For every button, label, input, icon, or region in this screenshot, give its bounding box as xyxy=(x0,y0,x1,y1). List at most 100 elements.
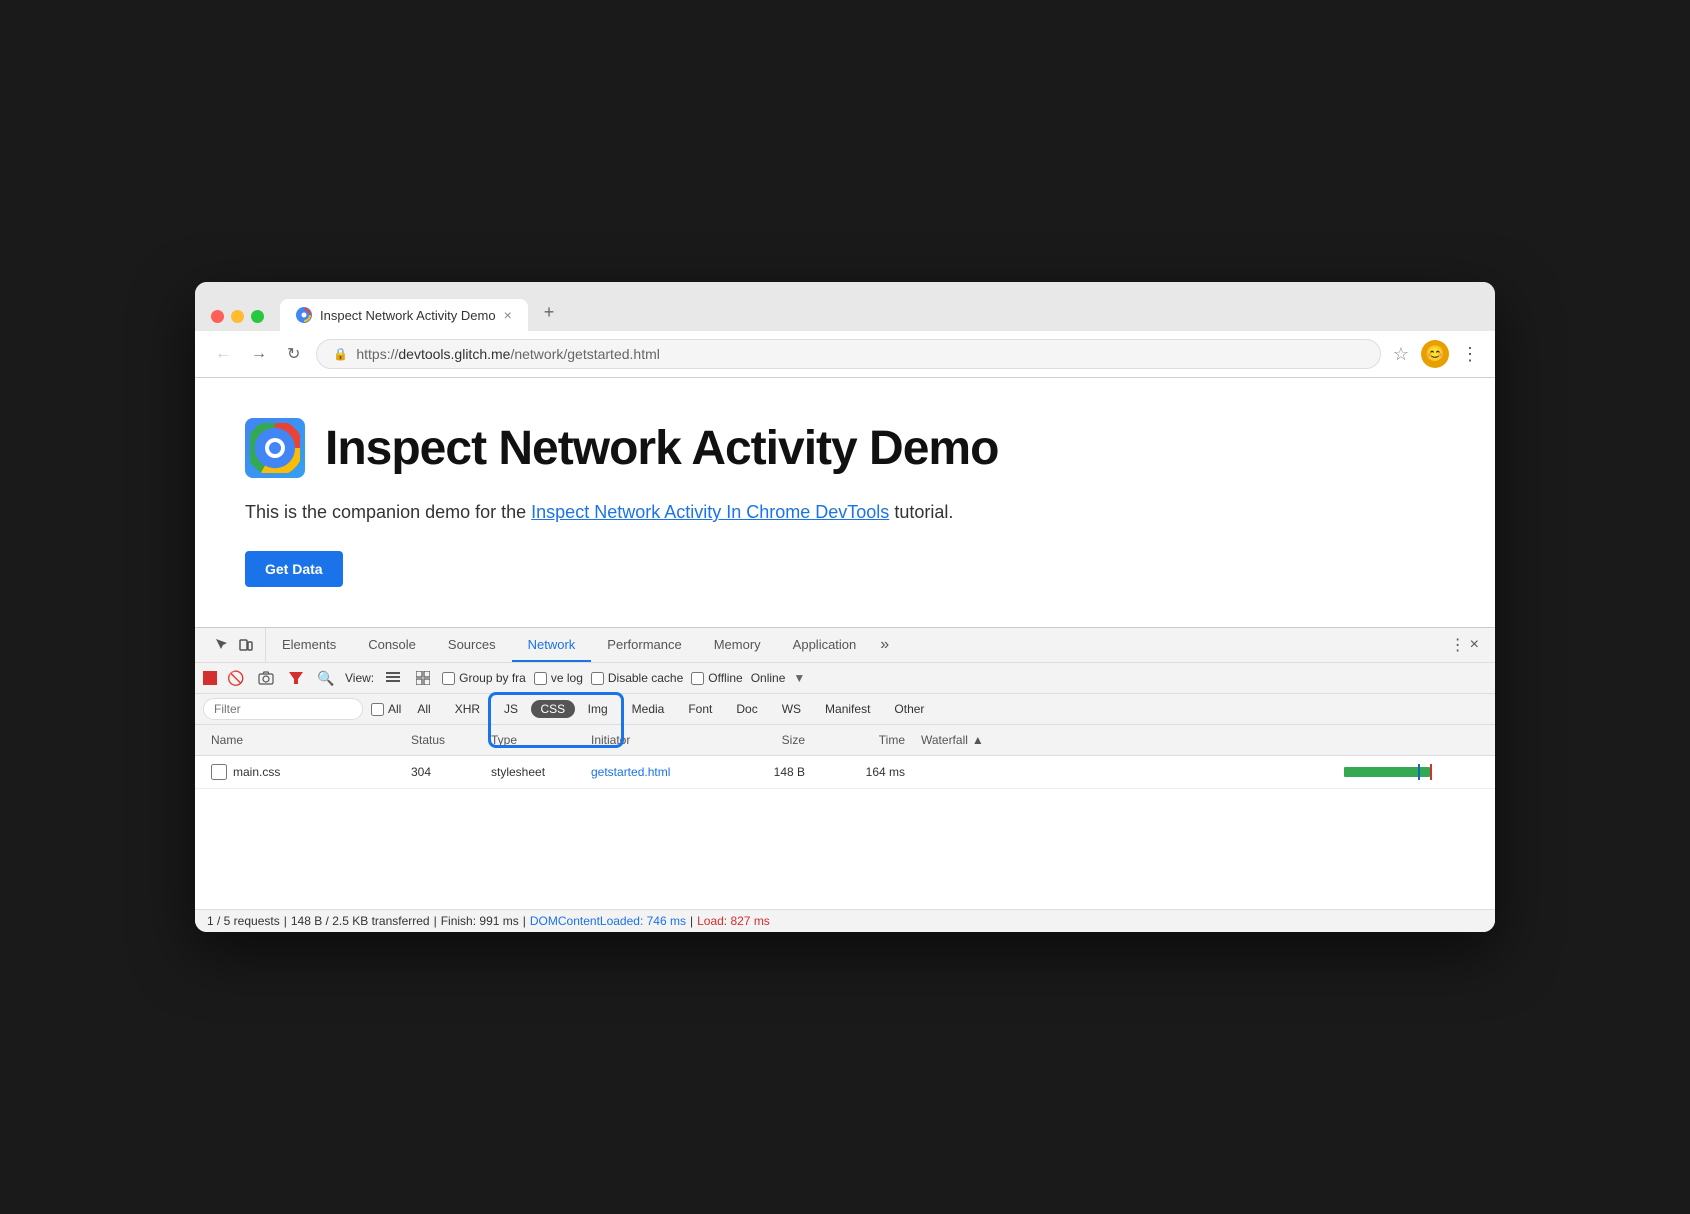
filter-ws-button[interactable]: WS xyxy=(774,700,809,718)
minimize-traffic-light[interactable] xyxy=(231,310,244,323)
th-name[interactable]: Name xyxy=(203,729,403,751)
filter-manifest-button[interactable]: Manifest xyxy=(817,700,878,718)
url-scheme: https:// xyxy=(356,346,398,362)
preserve-log-checkbox[interactable]: ve log xyxy=(534,671,583,685)
hide-data-urls-label: All xyxy=(388,702,401,716)
page-logo xyxy=(245,418,305,478)
page-content: Inspect Network Activity Demo This is th… xyxy=(195,378,1495,627)
hide-data-urls-checkbox[interactable]: All xyxy=(371,702,401,716)
forward-button[interactable]: → xyxy=(247,341,271,367)
camera-button[interactable] xyxy=(255,667,277,689)
disable-cache-label: Disable cache xyxy=(608,671,683,685)
tab-console[interactable]: Console xyxy=(352,629,432,662)
devtools-close-button[interactable]: × xyxy=(1470,636,1479,654)
th-size[interactable]: Size xyxy=(733,729,813,751)
filter-media-button[interactable]: Media xyxy=(624,700,673,718)
group-by-frame-checkbox[interactable]: Group by fra xyxy=(442,671,526,685)
tab-application[interactable]: Application xyxy=(777,629,873,662)
devtools-settings-icon[interactable]: ⋮ xyxy=(1450,635,1466,655)
search-icon[interactable]: 🔍 xyxy=(315,667,337,689)
close-traffic-light[interactable] xyxy=(211,310,224,323)
throttle-select[interactable]: Online xyxy=(751,671,786,685)
active-tab[interactable]: Inspect Network Activity Demo × xyxy=(280,299,528,331)
disable-cache-checkbox[interactable]: Disable cache xyxy=(591,671,683,685)
record-button[interactable] xyxy=(203,671,217,685)
devtools-actions: ⋮ × xyxy=(1442,635,1487,655)
devtools-panel: Elements Console Sources Network Perform… xyxy=(195,627,1495,932)
filter-img-button[interactable]: Img xyxy=(580,700,616,718)
inspector-icon[interactable] xyxy=(211,634,233,656)
row-name: main.css xyxy=(203,760,403,784)
get-data-button[interactable]: Get Data xyxy=(245,551,343,587)
network-table-body: main.css 304 stylesheet getstarted.html … xyxy=(195,756,1495,909)
offline-checkbox[interactable]: Offline xyxy=(691,671,742,685)
group-view-icon[interactable] xyxy=(412,667,434,689)
back-button[interactable]: ← xyxy=(211,341,235,367)
separator-4: | xyxy=(690,914,693,928)
url-text: https://devtools.glitch.me/network/getst… xyxy=(356,346,660,362)
row-time: 164 ms xyxy=(813,761,913,783)
separator-3: | xyxy=(523,914,526,928)
description-suffix: tutorial. xyxy=(894,502,953,522)
avatar: 😊 xyxy=(1421,340,1449,368)
more-tabs-button[interactable]: » xyxy=(872,628,897,662)
filename: main.css xyxy=(233,765,280,779)
device-toggle-icon[interactable] xyxy=(235,634,257,656)
filter-css-button[interactable]: CSS xyxy=(531,700,576,718)
filter-bar: All All XHR JS CSS Img Media Font Doc WS… xyxy=(195,694,1495,725)
devtools-statusbar: 1 / 5 requests | 148 B / 2.5 KB transfer… xyxy=(195,909,1495,932)
maximize-traffic-light[interactable] xyxy=(251,310,264,323)
url-bar[interactable]: 🔒 https://devtools.glitch.me/network/get… xyxy=(316,339,1380,369)
filter-other-button[interactable]: Other xyxy=(886,700,932,718)
th-type[interactable]: Type xyxy=(483,729,583,751)
tab-sources[interactable]: Sources xyxy=(432,629,512,662)
tab-network[interactable]: Network xyxy=(512,629,592,662)
tab-close-button[interactable]: × xyxy=(504,307,512,323)
waterfall-line-red xyxy=(1430,764,1432,780)
th-time[interactable]: Time xyxy=(813,729,913,751)
filter-icon[interactable] xyxy=(285,667,307,689)
row-waterfall xyxy=(913,764,1487,780)
tab-elements[interactable]: Elements xyxy=(266,629,352,662)
th-initiator[interactable]: Initiator xyxy=(583,729,733,751)
tab-title: Inspect Network Activity Demo xyxy=(320,308,496,323)
url-path: /network/getstarted.html xyxy=(510,346,659,362)
reload-button[interactable]: ↻ xyxy=(283,340,304,368)
browser-window: Inspect Network Activity Demo × + ← → ↻ … xyxy=(195,282,1495,932)
tab-memory[interactable]: Memory xyxy=(698,629,777,662)
row-checkbox[interactable] xyxy=(211,764,227,780)
list-view-icon[interactable] xyxy=(382,667,404,689)
tutorial-link[interactable]: Inspect Network Activity In Chrome DevTo… xyxy=(531,502,889,522)
filter-js-button[interactable]: JS xyxy=(496,700,526,718)
traffic-lights xyxy=(211,310,264,331)
network-toolbar: 🚫 🔍 View: xyxy=(195,663,1495,694)
new-tab-button[interactable]: + xyxy=(532,294,567,331)
separator-2: | xyxy=(434,914,437,928)
waterfall-line-blue xyxy=(1418,764,1420,780)
finish-time: Finish: 991 ms xyxy=(441,914,519,928)
browser-menu-button[interactable]: ⋮ xyxy=(1461,344,1479,365)
filter-xhr-button[interactable]: XHR xyxy=(447,700,488,718)
row-type: stylesheet xyxy=(483,761,583,783)
filter-doc-button[interactable]: Doc xyxy=(728,700,765,718)
dom-content-loaded: DOMContentLoaded: 746 ms xyxy=(530,914,686,928)
th-status[interactable]: Status xyxy=(403,729,483,751)
throttle-dropdown-icon[interactable]: ▼ xyxy=(793,671,805,685)
url-domain: devtools.glitch.me xyxy=(398,346,510,362)
separator-1: | xyxy=(284,914,287,928)
devtools-tabs: Elements Console Sources Network Perform… xyxy=(266,628,1442,662)
group-by-frame-label: Group by fra xyxy=(459,671,526,685)
th-waterfall[interactable]: Waterfall ▲ xyxy=(913,729,1487,751)
table-row[interactable]: main.css 304 stylesheet getstarted.html … xyxy=(195,756,1495,789)
title-bar: Inspect Network Activity Demo × + xyxy=(195,282,1495,331)
filter-font-button[interactable]: Font xyxy=(680,700,720,718)
page-header: Inspect Network Activity Demo xyxy=(245,418,1445,478)
clear-button[interactable]: 🚫 xyxy=(225,667,247,689)
filter-input[interactable] xyxy=(203,698,363,720)
page-title: Inspect Network Activity Demo xyxy=(325,421,998,476)
row-size: 148 B xyxy=(733,761,813,783)
offline-label: Offline xyxy=(708,671,742,685)
filter-all-button[interactable]: All xyxy=(409,700,438,718)
bookmark-icon[interactable]: ☆ xyxy=(1393,344,1409,365)
tab-performance[interactable]: Performance xyxy=(591,629,697,662)
